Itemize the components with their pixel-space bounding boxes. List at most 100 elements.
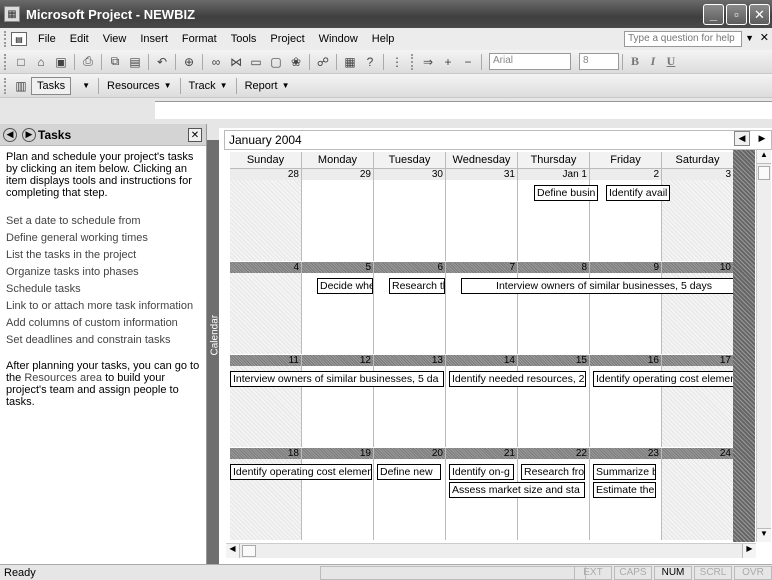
hyperlink-icon[interactable]: ⊕ — [180, 53, 198, 71]
tasks-button[interactable]: Tasks — [31, 76, 72, 95]
resource-icon[interactable]: ❀ — [287, 53, 305, 71]
task-bar[interactable]: Identify operating cost elemen — [230, 464, 372, 480]
task-bar[interactable]: Research fro — [521, 464, 585, 480]
toolbar-grip[interactable] — [4, 53, 8, 70]
task-bar[interactable]: Research th — [389, 278, 445, 294]
link-resources-area[interactable]: Resources area — [24, 372, 102, 384]
scroll-down-icon[interactable]: ▼ — [757, 528, 771, 542]
menu-view[interactable]: View — [96, 33, 134, 45]
paste-icon[interactable]: ▤ — [126, 53, 144, 71]
show-guide-icon[interactable]: ▥ — [12, 77, 30, 95]
font-size-select[interactable]: 8 — [579, 53, 619, 70]
day-cell[interactable]: 30 — [374, 169, 446, 261]
day-cell[interactable]: Jan 1 — [518, 169, 590, 261]
close-button[interactable]: ✕ — [749, 4, 770, 25]
menu-edit[interactable]: Edit — [63, 33, 96, 45]
minus-icon[interactable]: − — [459, 53, 477, 71]
track-button[interactable]: Track ▼ — [184, 80, 233, 92]
horizontal-scrollbar[interactable]: ◀ ▶ — [226, 543, 756, 558]
day-cell[interactable]: 16 — [590, 355, 662, 447]
task-bar[interactable]: Decide whet — [317, 278, 373, 294]
tasks-dropdown[interactable]: ▼ — [73, 81, 95, 90]
report-button[interactable]: Report ▼ — [240, 80, 295, 92]
forward-icon[interactable]: ▶ — [22, 127, 36, 142]
resources-button[interactable]: Resources ▼ — [102, 80, 177, 92]
document-close-icon[interactable]: ✕ — [760, 31, 769, 44]
day-cell[interactable]: 13 — [374, 355, 446, 447]
day-cell[interactable]: 2 — [590, 169, 662, 261]
menu-tools[interactable]: Tools — [224, 33, 264, 45]
task-bar[interactable]: Interview owners of similar businesses, … — [461, 278, 747, 294]
day-cell[interactable]: 4 — [230, 262, 302, 354]
task-bar[interactable]: Identify operating cost elemen — [593, 371, 734, 387]
task-bar[interactable]: Define new — [377, 464, 441, 480]
day-cell[interactable]: 28 — [230, 169, 302, 261]
menu-project[interactable]: Project — [263, 33, 311, 45]
print-icon[interactable]: ⎙ — [79, 53, 97, 71]
link-define-working-times[interactable]: Define general working times — [6, 232, 200, 244]
link-custom-columns[interactable]: Add columns of custom information — [6, 317, 200, 329]
day-cell[interactable]: 29 — [302, 169, 374, 261]
day-cell[interactable]: 11 — [230, 355, 302, 447]
day-cell[interactable]: 19 — [302, 448, 374, 540]
maximize-button[interactable]: ▫ — [726, 4, 747, 25]
day-cell[interactable]: 20 — [374, 448, 446, 540]
link-attach-info[interactable]: Link to or attach more task information — [6, 300, 200, 312]
split-task-icon[interactable]: ▭ — [247, 53, 265, 71]
next-month-icon[interactable]: ▶ — [754, 131, 770, 146]
link-organize-phases[interactable]: Organize tasks into phases — [6, 266, 200, 278]
scroll-right-icon[interactable]: ▶ — [742, 544, 756, 558]
arrow-right-icon[interactable]: ⇒ — [419, 53, 437, 71]
scroll-up-icon[interactable]: ▲ — [757, 150, 771, 164]
horizontal-scroll-thumb[interactable] — [242, 545, 256, 557]
link-deadlines[interactable]: Set deadlines and constrain tasks — [6, 334, 200, 346]
link-set-date[interactable]: Set a date to schedule from — [6, 215, 200, 227]
help-dropdown-icon[interactable]: ▼ — [745, 33, 754, 43]
day-cell[interactable]: 10 — [662, 262, 734, 354]
scroll-left-icon[interactable]: ◀ — [226, 544, 240, 558]
link-list-tasks[interactable]: List the tasks in the project — [6, 249, 200, 261]
task-bar[interactable]: Interview owners of similar businesses, … — [230, 371, 444, 387]
back-icon[interactable]: ◀ — [3, 127, 17, 142]
document-icon[interactable]: ▤ — [11, 32, 27, 46]
new-icon[interactable]: □ — [12, 53, 30, 71]
view-bar-calendar[interactable]: Calendar — [207, 140, 221, 564]
bold-button[interactable]: B — [626, 54, 644, 69]
task-bar[interactable]: Assess market size and sta — [449, 482, 585, 498]
task-bar[interactable]: Summarize b — [593, 464, 656, 480]
menu-help[interactable]: Help — [365, 33, 402, 45]
entry-input[interactable] — [155, 101, 772, 119]
task-bar[interactable]: Estimate the — [593, 482, 656, 498]
day-cell[interactable]: 3 — [662, 169, 734, 261]
menu-window[interactable]: Window — [312, 33, 365, 45]
day-cell[interactable]: 7 — [446, 262, 518, 354]
underline-button[interactable]: U — [662, 54, 680, 69]
guide-toolbar-grip[interactable] — [4, 77, 8, 94]
vertical-scroll-thumb[interactable] — [758, 166, 770, 180]
menu-insert[interactable]: Insert — [133, 33, 175, 45]
unlink-tasks-icon[interactable]: ⋈ — [227, 53, 245, 71]
day-cell[interactable]: 6 — [374, 262, 446, 354]
chart-icon[interactable]: ▦ — [341, 53, 359, 71]
day-cell[interactable]: 15 — [518, 355, 590, 447]
project-app-icon[interactable]: ▦ — [4, 6, 20, 22]
day-cell[interactable]: 31 — [446, 169, 518, 261]
close-pane-icon[interactable]: ✕ — [188, 128, 202, 142]
task-info-icon[interactable]: ▢ — [267, 53, 285, 71]
link-schedule-tasks[interactable]: Schedule tasks — [6, 283, 200, 295]
task-bar[interactable]: Identify avail — [606, 185, 670, 201]
font-select[interactable]: Arial — [489, 53, 571, 70]
day-cell[interactable]: 14 — [446, 355, 518, 447]
task-bar[interactable]: Identify needed resources, 2 — [449, 371, 586, 387]
copy-icon[interactable]: ⧉ — [106, 53, 124, 71]
italic-button[interactable]: I — [644, 54, 662, 69]
minimize-button[interactable]: _ — [703, 4, 724, 25]
plus-icon[interactable]: + — [439, 53, 457, 71]
day-cell[interactable]: 5 — [302, 262, 374, 354]
open-icon[interactable]: ⌂ — [32, 53, 50, 71]
day-cell[interactable]: 8 — [518, 262, 590, 354]
day-cell[interactable]: 9 — [590, 262, 662, 354]
day-cell[interactable]: 24 — [662, 448, 734, 540]
day-cell[interactable]: 17 — [662, 355, 734, 447]
task-bar[interactable]: Define busin — [534, 185, 598, 201]
